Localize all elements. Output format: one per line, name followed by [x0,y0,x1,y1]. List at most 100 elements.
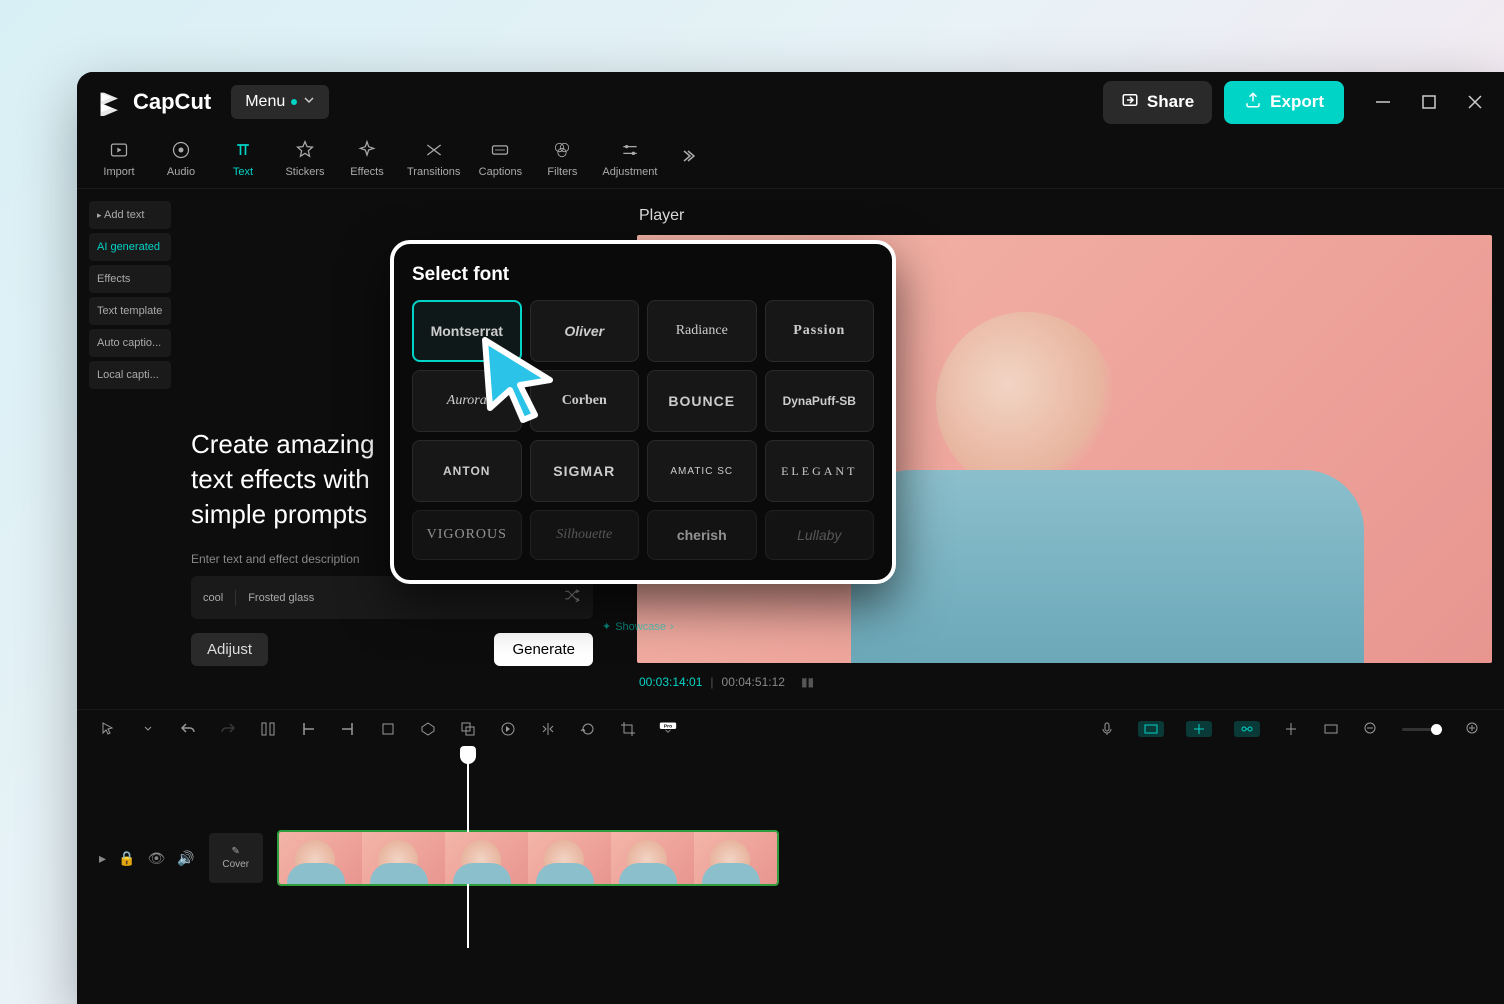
tool-filters[interactable]: Filters [540,138,584,178]
close-icon[interactable] [1466,93,1484,111]
sidebar-item-add-text[interactable]: Add text [89,201,171,229]
tool-import[interactable]: Import [97,138,141,178]
font-option-sigmar[interactable]: SIGMAR [530,440,640,502]
preview-track-icon[interactable] [1322,720,1340,738]
timecode-row: 00:03:14:01 | 00:04:51:12 ▮▮ [625,663,1504,701]
font-grid: Montserrat Oliver Radiance Passion Auror… [412,300,874,560]
sparkle-icon: ✦ [602,620,611,633]
sidebar-item-local-captions[interactable]: Local capti... [89,361,171,389]
cover-button[interactable]: ✎ Cover [209,833,263,883]
zoom-slider[interactable] [1402,728,1442,731]
align-icon[interactable] [1282,720,1300,738]
player-title: Player [625,197,1504,235]
font-option-corben[interactable]: Corben [530,370,640,432]
trim-left-icon[interactable] [299,720,317,738]
tool-label: Import [103,166,134,178]
zoom-in-icon[interactable] [1464,720,1482,738]
audio-icon [169,138,193,162]
font-option-silhouette[interactable]: Silhouette [530,510,640,560]
tool-stickers[interactable]: Stickers [283,138,327,178]
crop-frame-icon[interactable] [619,720,637,738]
export-label: Export [1270,92,1324,112]
clip-thumbnail [528,832,611,884]
sidebar-item-effects[interactable]: Effects [89,265,171,293]
font-option-lullaby[interactable]: Lullaby [765,510,875,560]
font-option-cherish[interactable]: cherish [647,510,757,560]
app-name: CapCut [133,89,211,115]
showcase-link[interactable]: ✦ Showcase › [602,620,674,633]
pro-tool-icon[interactable]: Pro [659,720,677,738]
text-sidebar: Add text AI generated Effects Text templ… [85,197,175,701]
sidebar-item-text-template[interactable]: Text template [89,297,171,325]
capcut-logo-icon [97,88,125,116]
menu-button[interactable]: Menu [231,85,329,119]
text-icon [231,138,255,162]
split-icon[interactable] [259,720,277,738]
export-button[interactable]: Export [1224,81,1344,124]
font-option-vigorous[interactable]: VIGOROUS [412,510,522,560]
track-visibility-icon[interactable]: 👁 [147,850,165,867]
redo-icon[interactable] [219,720,237,738]
snap-badge-icon[interactable] [1186,721,1212,737]
font-option-aurora[interactable]: Aurora [412,370,522,432]
showcase-label: Showcase [615,621,666,633]
font-option-passion[interactable]: Passion [765,300,875,362]
track-lock-icon[interactable]: 🔒 [118,850,135,867]
minimize-icon[interactable] [1374,93,1392,111]
current-timecode: 00:03:14:01 [639,675,702,689]
crop-icon[interactable] [379,720,397,738]
trim-right-icon[interactable] [339,720,357,738]
magnet-badge-icon[interactable] [1138,721,1164,737]
font-option-elegant[interactable]: ELEGANT [765,440,875,502]
prompt-text-field[interactable]: cool [203,592,223,604]
tool-effects[interactable]: Effects [345,138,389,178]
audio-levels-icon: ▮▮ [801,675,814,689]
transitions-icon [422,138,446,162]
copy-icon[interactable] [459,720,477,738]
microphone-icon[interactable] [1098,720,1116,738]
clip-thumbnail [362,832,445,884]
timecode-separator: | [710,675,713,689]
font-option-dynapuff[interactable]: DynaPuff-SB [765,370,875,432]
chevron-down-icon[interactable] [139,720,157,738]
adjust-button[interactable]: Adijust [191,633,268,666]
font-option-amatic[interactable]: AMATIC SC [647,440,757,502]
clip-thumbnail [611,832,694,884]
generate-button[interactable]: Generate [494,633,593,666]
font-option-oliver[interactable]: Oliver [530,300,640,362]
mask-icon[interactable] [419,720,437,738]
maximize-icon[interactable] [1420,93,1438,111]
sidebar-item-auto-captions[interactable]: Auto captio... [89,329,171,357]
link-badge-icon[interactable] [1234,721,1260,737]
font-option-bounce[interactable]: BOUNCE [647,370,757,432]
toolbar-more-icon[interactable] [679,148,695,169]
mirror-icon[interactable] [539,720,557,738]
tool-transitions[interactable]: Transitions [407,138,460,178]
track-mute-icon[interactable]: 🔊 [177,850,194,867]
tool-captions[interactable]: Captions [478,138,522,178]
font-option-montserrat[interactable]: Montserrat [412,300,522,362]
title-bar: CapCut Menu Share Export [77,72,1504,132]
track-collapse-icon[interactable]: ▸ [99,850,106,867]
share-icon [1121,91,1139,114]
chevron-down-icon [303,93,315,111]
font-option-anton[interactable]: ANTON [412,440,522,502]
clip-thumbnail [279,832,362,884]
reverse-icon[interactable] [499,720,517,738]
undo-icon[interactable] [179,720,197,738]
shuffle-icon[interactable] [563,586,581,609]
prompt-effect-field[interactable]: Frosted glass [248,592,314,604]
tool-audio[interactable]: Audio [159,138,203,178]
font-option-radiance[interactable]: Radiance [647,300,757,362]
clip-thumbnail [694,832,777,884]
share-button[interactable]: Share [1103,81,1212,124]
video-clip[interactable] [277,830,779,886]
rotate-icon[interactable] [579,720,597,738]
tool-text[interactable]: Text [221,138,265,178]
timeline[interactable]: ▸ 🔒 👁 🔊 ✎ Cover [77,748,1504,988]
tool-label: Filters [547,166,577,178]
zoom-out-icon[interactable] [1362,720,1380,738]
pointer-tool-icon[interactable] [99,720,117,738]
tool-adjustment[interactable]: Adjustment [602,138,657,178]
sidebar-item-ai-generated[interactable]: AI generated [89,233,171,261]
